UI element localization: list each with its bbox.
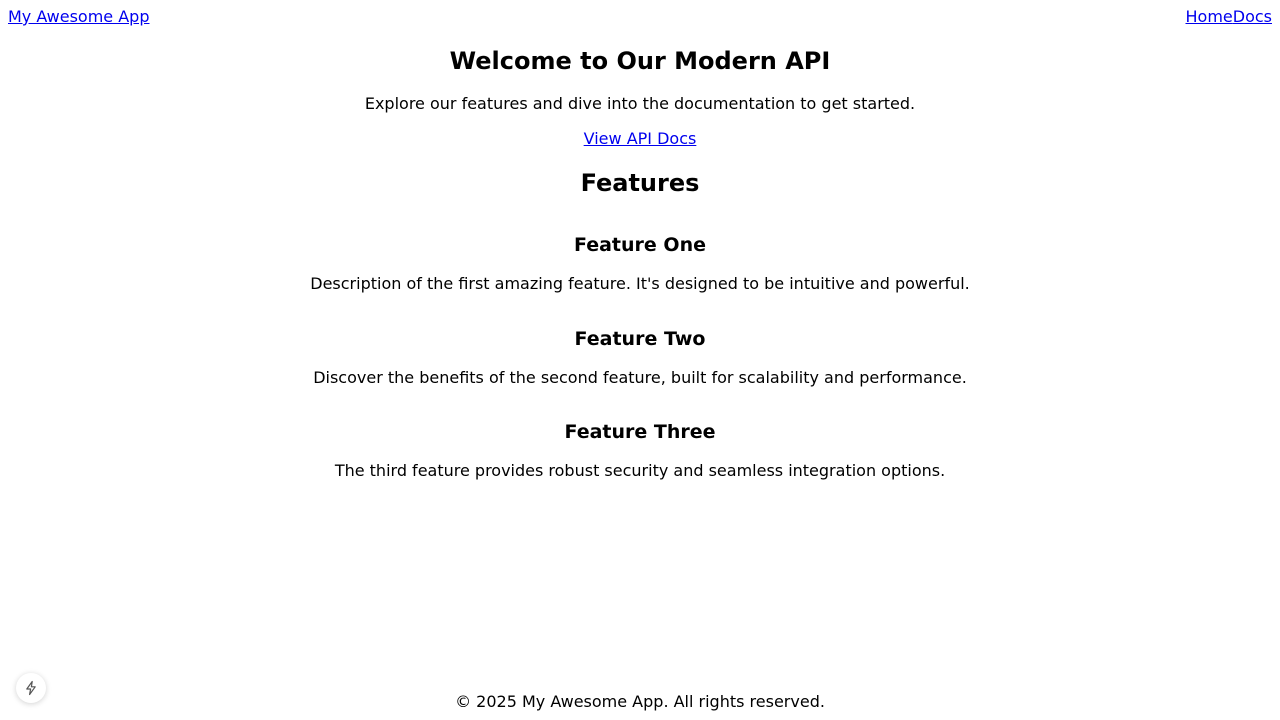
footer: © 2025 My Awesome App. All rights reserv… (0, 692, 1280, 712)
cta-container: View API Docs (0, 129, 1280, 149)
nav-link-docs[interactable]: Docs (1233, 7, 1272, 26)
hero-subtitle: Explore our features and dive into the d… (364, 94, 916, 113)
feature-two-title: Feature Two (574, 328, 706, 350)
feature-two-description: Discover the benefits of the second feat… (313, 368, 967, 387)
lightning-bolt-icon (26, 680, 36, 696)
features-heading: Features (580, 169, 700, 197)
copyright-text: © 2025 My Awesome App. All rights reserv… (455, 692, 825, 711)
feature-one-description: Description of the first amazing feature… (310, 274, 970, 293)
top-navigation: My Awesome App HomeDocs (0, 0, 1280, 36)
brand-link[interactable]: My Awesome App (8, 7, 149, 27)
hero-title: Welcome to Our Modern API (449, 47, 831, 75)
feature-three-title: Feature Three (564, 421, 716, 443)
nav-link-home[interactable]: Home (1186, 7, 1233, 26)
view-api-docs-link[interactable]: View API Docs (584, 129, 697, 148)
devtools-button[interactable] (16, 673, 46, 703)
feature-one-title: Feature One (574, 234, 706, 256)
feature-three-description: The third feature provides robust securi… (334, 461, 946, 480)
nav-links: HomeDocs (1186, 7, 1273, 27)
